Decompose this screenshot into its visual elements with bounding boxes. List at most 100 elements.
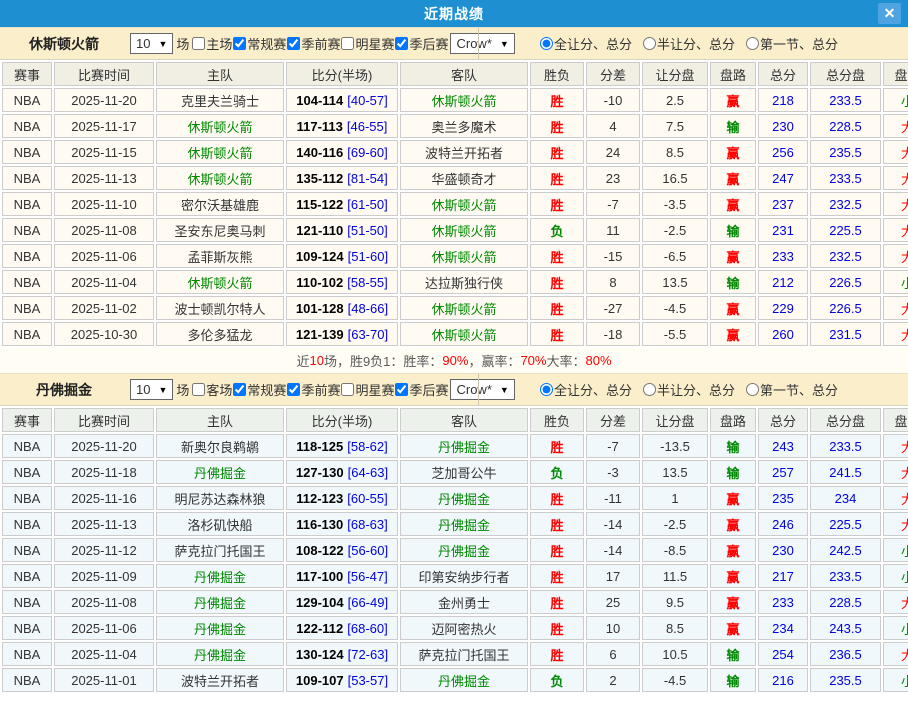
date-cell: 2025-11-06 (54, 244, 154, 268)
point-diff-cell: -11 (586, 486, 640, 510)
half-score: [53-57] (348, 673, 388, 688)
games-count-select-value: 10 (136, 36, 150, 51)
checkbox-label-playoffs: 季后赛 (409, 34, 448, 53)
handicap-result-cell: 输 (710, 114, 756, 138)
over-under-cell: 大 (883, 244, 908, 268)
score-cell: 129-104[66-49] (286, 590, 398, 614)
score-cell: 112-123[60-55] (286, 486, 398, 510)
date-cell: 2025-11-13 (54, 512, 154, 536)
checkbox-playoffs[interactable] (395, 37, 408, 50)
checkbox-preseason[interactable] (287, 383, 300, 396)
league-cell: NBA (2, 642, 52, 666)
date-cell: 2025-11-20 (54, 434, 154, 458)
handicap-line-cell: 11.5 (642, 564, 708, 588)
filter-bar-left: 休斯顿火箭10▼场主场常规赛季前赛明星赛季后赛Crow*▼ (0, 28, 478, 59)
radio-item-first-quarter-total: 第一节、总分 (745, 34, 838, 53)
radio-item-full-handicap-total: 全让分、总分 (539, 34, 632, 53)
total-points-cell: 235 (758, 486, 808, 510)
over-under-cell: 大 (883, 512, 908, 536)
checkbox-preseason[interactable] (287, 37, 300, 50)
table-row: NBA2025-11-08圣安东尼奥马刺121-110[51-50]休斯顿火箭负… (2, 218, 908, 242)
total-points-cell: 256 (758, 140, 808, 164)
checkbox-home-games[interactable] (192, 37, 205, 50)
score-cell: 101-128[48-66] (286, 296, 398, 320)
score-cell: 117-100[56-47] (286, 564, 398, 588)
full-score: 121-110 (296, 223, 343, 238)
checkbox-playoffs[interactable] (395, 383, 408, 396)
radio-half-handicap-total[interactable] (643, 37, 656, 50)
over-under-cell: 大 (883, 166, 908, 190)
date-cell: 2025-11-06 (54, 616, 154, 640)
handicap-result-cell: 赢 (710, 296, 756, 320)
checkbox-regular-season[interactable] (233, 37, 246, 50)
radio-first-quarter-total[interactable] (746, 383, 759, 396)
summary-text: ，赢率： (468, 351, 520, 370)
point-diff-cell: 17 (586, 564, 640, 588)
full-score: 108-122 (296, 543, 344, 558)
checkbox-allstar[interactable] (341, 383, 354, 396)
handicap-result-cell: 赢 (710, 538, 756, 562)
checkbox-item-home-games: 主场 (191, 34, 232, 53)
home-team-cell: 新奥尔良鹈鹕 (156, 434, 284, 458)
total-points-cell: 230 (758, 538, 808, 562)
checkbox-allstar[interactable] (341, 37, 354, 50)
league-cell: NBA (2, 114, 52, 138)
over-under-cell: 大 (883, 296, 908, 320)
games-count-select[interactable]: 10▼ (130, 379, 173, 400)
total-line-cell: 225.5 (810, 218, 881, 242)
handicap-line-cell: 8.5 (642, 140, 708, 164)
checkbox-label-away-games: 客场 (206, 380, 232, 399)
checkbox-item-preseason: 季前赛 (286, 34, 340, 53)
radio-item-half-handicap-total: 半让分、总分 (642, 380, 735, 399)
checkbox-regular-season[interactable] (233, 383, 246, 396)
column-header-total-points-line: 总分盘 (810, 408, 881, 432)
win-loss-cell: 胜 (530, 642, 584, 666)
home-team-cell: 洛杉矶快船 (156, 512, 284, 536)
games-count-select[interactable]: 10▼ (130, 33, 173, 54)
half-score: [68-60] (347, 621, 387, 636)
full-score: 117-100 (296, 569, 343, 584)
radio-first-quarter-total[interactable] (746, 37, 759, 50)
total-points-cell: 254 (758, 642, 808, 666)
radio-half-handicap-total[interactable] (643, 383, 656, 396)
half-score: [61-50] (347, 197, 387, 212)
checkbox-item-playoffs: 季后赛 (394, 380, 448, 399)
half-score: [46-55] (347, 119, 387, 134)
column-header-away-team: 客队 (400, 62, 528, 86)
checkbox-away-games[interactable] (192, 383, 205, 396)
close-button[interactable]: ✕ (878, 3, 901, 24)
handicap-result-cell: 输 (710, 218, 756, 242)
win-loss-cell: 胜 (530, 244, 584, 268)
games-count-suffix: 场 (176, 34, 189, 53)
checkbox-item-playoffs: 季后赛 (394, 34, 448, 53)
radio-full-handicap-total[interactable] (540, 37, 553, 50)
half-score: [58-55] (347, 275, 387, 290)
win-loss-cell: 胜 (530, 140, 584, 164)
half-score: [56-60] (348, 543, 388, 558)
checkbox-label-allstar: 明星赛 (355, 34, 394, 53)
over-under-cell: 小 (883, 564, 908, 588)
total-line-cell: 226.5 (810, 270, 881, 294)
win-loss-cell: 负 (530, 668, 584, 692)
radio-full-handicap-total[interactable] (540, 383, 553, 396)
team-name: 休斯顿火箭 (0, 34, 128, 54)
column-header-total-result: 盘路 (883, 62, 908, 86)
over-under-cell: 大 (883, 114, 908, 138)
table-row: NBA2025-11-13洛杉矶快船116-130[68-63]丹佛掘金胜-14… (2, 512, 908, 536)
total-line-cell: 241.5 (810, 460, 881, 484)
total-points-cell: 247 (758, 166, 808, 190)
score-cell: 135-112[81-54] (286, 166, 398, 190)
total-points-cell: 243 (758, 434, 808, 458)
point-diff-cell: -7 (586, 434, 640, 458)
results-table: 赛事比赛时间主队比分(半场)客队胜负分差让分盘盘路总分总分盘盘路NBA2025-… (0, 60, 908, 348)
league-cell: NBA (2, 486, 52, 510)
date-cell: 2025-11-12 (54, 538, 154, 562)
table-row: NBA2025-11-18丹佛掘金127-130[64-63]芝加哥公牛负-31… (2, 460, 908, 484)
point-diff-cell: -15 (586, 244, 640, 268)
table-row: NBA2025-11-02波士顿凯尔特人101-128[48-66]休斯顿火箭胜… (2, 296, 908, 320)
away-team-cell: 华盛顿奇才 (400, 166, 528, 190)
over-under-cell: 大 (883, 642, 908, 666)
handicap-line-cell: -4.5 (642, 296, 708, 320)
date-cell: 2025-11-20 (54, 88, 154, 112)
full-score: 129-104 (296, 595, 344, 610)
